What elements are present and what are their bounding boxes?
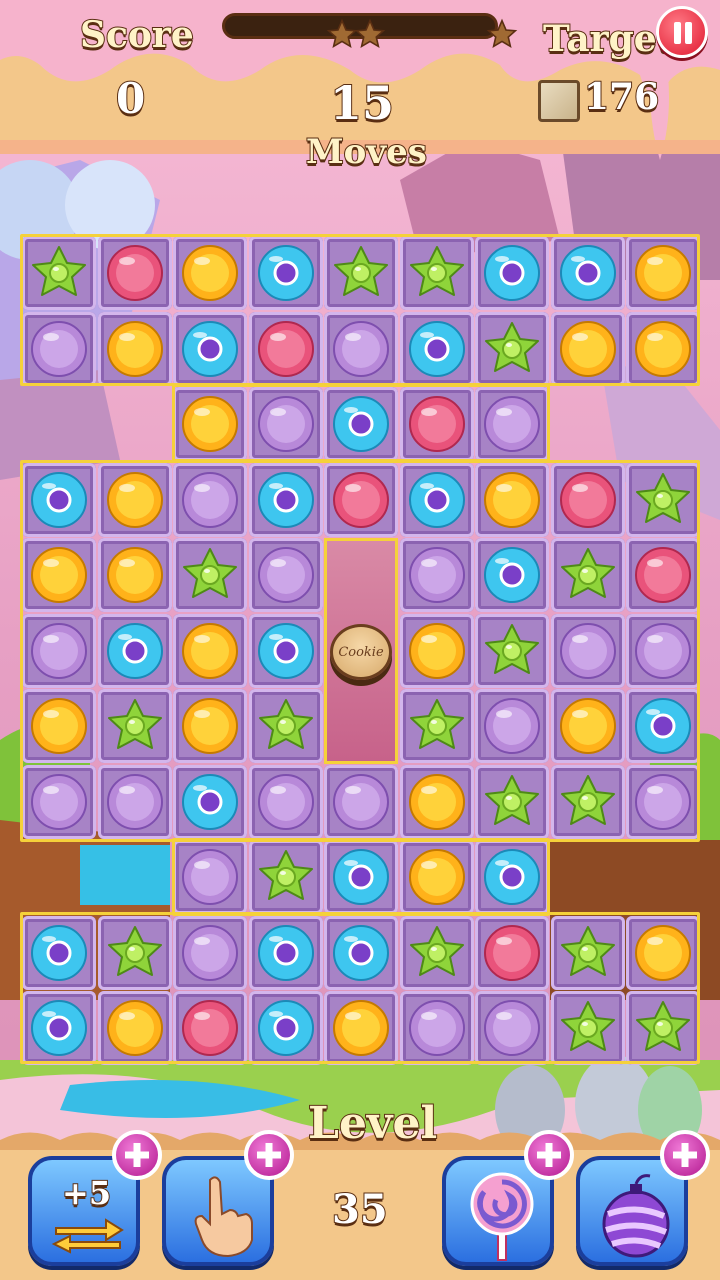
lollipop-icon bbox=[470, 1172, 534, 1261]
buy-booster-plus-button[interactable] bbox=[660, 1130, 710, 1180]
board-border-gap-row bbox=[172, 838, 550, 916]
buy-booster-plus-button[interactable] bbox=[112, 1130, 162, 1180]
board-border-middle bbox=[20, 460, 700, 842]
bomb-icon bbox=[602, 1174, 670, 1258]
swap-arrows-icon bbox=[51, 1218, 124, 1254]
level-label: Level bbox=[307, 1097, 438, 1150]
board-border-top bbox=[20, 234, 700, 386]
level-value: 35 bbox=[331, 1185, 389, 1234]
buy-booster-plus-button[interactable] bbox=[524, 1130, 574, 1180]
board-border-gap-row bbox=[172, 384, 550, 462]
pointing-hand-icon bbox=[194, 1176, 253, 1258]
board-border-bottom bbox=[20, 912, 700, 1064]
buy-booster-plus-button[interactable] bbox=[244, 1130, 294, 1180]
booster-moves-label: +5 bbox=[61, 1173, 112, 1213]
